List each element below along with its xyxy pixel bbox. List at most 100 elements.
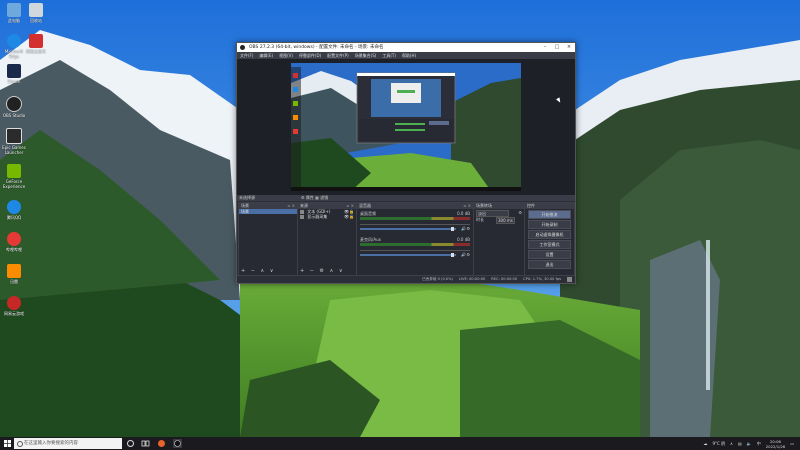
network-icon[interactable]: ▤ bbox=[738, 441, 742, 446]
weather-text[interactable]: 9°C 阴 bbox=[712, 441, 725, 447]
desktop-icon-geforce[interactable]: GeForce Experience bbox=[0, 164, 28, 189]
bilibili-icon bbox=[7, 232, 21, 246]
volume-fader[interactable]: 🔊⚙ bbox=[360, 252, 470, 257]
clock[interactable]: 20:06 2022/1/26 bbox=[766, 439, 785, 449]
track-name: 麦克风/Aux bbox=[360, 237, 381, 242]
fader-knob[interactable] bbox=[451, 253, 454, 257]
menu-edit[interactable]: 编辑(E) bbox=[259, 52, 273, 59]
weather-icon[interactable]: ☁ bbox=[703, 441, 707, 446]
track-db: 0.0 dB bbox=[457, 211, 470, 216]
controls-dock: 控件 开始推流 开始录制 启动虚拟摄像机 工作室模式 设置 退出 bbox=[524, 202, 575, 276]
transitions-dock-title: 场景转场 bbox=[476, 203, 492, 208]
recycle-bin-icon bbox=[29, 3, 43, 17]
scenes-dock: 场景 ▫ × 场景 + − ∧ ∨ bbox=[238, 202, 298, 276]
menu-profile[interactable]: 配置文件(P) bbox=[327, 52, 349, 59]
mixer-dock-title: 混音器 bbox=[359, 203, 371, 208]
browser-icon[interactable] bbox=[157, 439, 166, 448]
fader-knob[interactable] bbox=[451, 227, 454, 231]
volume-meter bbox=[360, 243, 470, 246]
docks-area: 未选择源 ⚙ 属性 ▦ 滤镜 场景 ▫ × 场景 + − ∧ ∨ 来源 ▫ × bbox=[237, 195, 575, 283]
game-icon bbox=[7, 296, 21, 310]
menu-file[interactable]: 文件(F) bbox=[240, 52, 253, 59]
sources-dock: 来源 ▫ × 文本 (GDI+) 👁🔒 显示器采集 👁🔒 + − ⚙ ∧ ∨ bbox=[297, 202, 357, 276]
task-view-icon[interactable] bbox=[126, 439, 135, 448]
volume-fader[interactable]: 🔊⚙ bbox=[360, 226, 470, 231]
transitions-dock: 场景转场 淡出 ⚙ 时长 300 ms bbox=[473, 202, 525, 276]
controls-dock-title: 控件 bbox=[527, 203, 535, 208]
menu-docks[interactable]: 停靠部件(D) bbox=[299, 52, 321, 59]
duration-label: 时长 bbox=[476, 217, 484, 222]
search-icon bbox=[17, 441, 23, 447]
volume-icon[interactable]: 🔈 bbox=[747, 441, 752, 446]
mixer-track: 桌面音频 0.0 dB 🔊⚙ bbox=[360, 211, 470, 235]
scenes-footer-controls[interactable]: + − ∧ ∨ bbox=[239, 268, 297, 275]
obs-window[interactable]: OBS 27.2.3 (64-bit, windows) - 配置文件: 未命名… bbox=[236, 42, 576, 284]
obs-app-icon bbox=[240, 45, 245, 50]
obs-taskbar-icon[interactable] bbox=[173, 439, 182, 448]
window-title: OBS 27.2.3 (64-bit, windows) - 配置文件: 未命名… bbox=[249, 45, 384, 50]
transition-gear-icon[interactable]: ⚙ bbox=[518, 209, 522, 216]
source-item-label: 显示器采集 bbox=[307, 214, 328, 219]
minimize-icon[interactable]: – bbox=[539, 43, 551, 52]
steam-icon bbox=[7, 64, 21, 78]
start-streaming-button[interactable]: 开始推流 bbox=[528, 210, 571, 219]
desktop-icon-bilibili[interactable]: 哔哩哔哩 bbox=[0, 232, 28, 252]
start-virtual-camera-button[interactable]: 启动虚拟摄像机 bbox=[528, 230, 571, 239]
start-recording-button[interactable]: 开始录制 bbox=[528, 220, 571, 229]
clock-date: 2022/1/26 bbox=[765, 443, 786, 449]
music-icon bbox=[29, 34, 43, 48]
rec-time: REC: 00:00:00 bbox=[491, 277, 518, 281]
desktop-icon-game[interactable]: 网易云游戏 bbox=[0, 296, 28, 316]
transition-type-row: 淡出 ⚙ bbox=[474, 209, 524, 217]
duration-input[interactable]: 300 ms bbox=[496, 217, 515, 224]
menu-tools[interactable]: 工具(T) bbox=[382, 52, 396, 59]
desktop-icon-recycle-bin[interactable]: 回收站 bbox=[22, 3, 50, 23]
scenes-dock-title: 场景 bbox=[241, 203, 249, 208]
scene-item[interactable]: 场景 bbox=[239, 209, 297, 214]
computer-icon bbox=[7, 3, 21, 17]
tray-arrow-icon[interactable]: ∧ bbox=[730, 441, 733, 446]
taskbar-search-box[interactable]: 在这里输入你要搜索的内容 bbox=[14, 438, 122, 449]
eye-lock-icon[interactable]: 👁🔒 bbox=[344, 214, 354, 219]
maximize-icon[interactable]: □ bbox=[551, 43, 563, 52]
desktop-icon-qq[interactable]: 腾讯QQ bbox=[0, 200, 28, 220]
meter-ticks bbox=[360, 221, 470, 225]
transition-duration-row: 时长 300 ms bbox=[474, 216, 524, 224]
notification-icon[interactable]: ▭ bbox=[790, 441, 794, 446]
desktop-icon-xunlei[interactable]: 迅雷 bbox=[0, 264, 28, 284]
track-db: 0.0 dB bbox=[457, 237, 470, 242]
search-placeholder: 在这里输入你要搜索的内容 bbox=[24, 441, 78, 446]
speaker-gear-icon[interactable]: 🔊⚙ bbox=[461, 226, 470, 231]
menu-bar: 文件(F) 编辑(E) 视图(V) 停靠部件(D) 配置文件(P) 场景集合(S… bbox=[237, 52, 575, 59]
source-item[interactable]: 显示器采集 👁🔒 bbox=[298, 214, 356, 219]
speaker-gear-icon[interactable]: 🔊⚙ bbox=[461, 252, 470, 257]
xunlei-icon bbox=[7, 264, 21, 278]
desktop-icon-steam[interactable]: Steam bbox=[0, 64, 28, 84]
windows-start-icon[interactable] bbox=[4, 440, 11, 447]
exit-button[interactable]: 退出 bbox=[528, 260, 571, 269]
desktop-icon-epic[interactable]: Epic Games Launcher bbox=[0, 128, 28, 155]
input-lang[interactable]: 中 bbox=[757, 441, 761, 447]
settings-button[interactable]: 设置 bbox=[528, 250, 571, 259]
menu-scene-collection[interactable]: 场景集合(S) bbox=[355, 52, 377, 59]
sources-footer-controls[interactable]: + − ⚙ ∧ ∨ bbox=[298, 268, 356, 275]
no-source-label: 未选择源 bbox=[239, 195, 255, 200]
preview-area[interactable] bbox=[237, 59, 575, 195]
source-toolbar-controls[interactable]: ⚙ 属性 ▦ 滤镜 bbox=[301, 195, 328, 201]
taskbar: 在这里输入你要搜索的内容 ☁ 9°C 阴 ∧ ▤ 🔈 中 20:06 2022/… bbox=[0, 437, 800, 450]
menu-view[interactable]: 视图(V) bbox=[279, 52, 293, 59]
edge-icon bbox=[7, 34, 21, 48]
obs-icon bbox=[6, 96, 22, 112]
desktop-icon-music[interactable]: 网易云音乐 bbox=[22, 34, 50, 54]
cpu-fps: CPU: 1.7%, 30.00 fps bbox=[523, 277, 561, 281]
geforce-icon bbox=[7, 164, 21, 178]
sources-dock-title: 来源 bbox=[300, 203, 308, 208]
desktop-icon-obs[interactable]: OBS Studio bbox=[0, 96, 28, 118]
menu-help[interactable]: 帮助(H) bbox=[402, 52, 416, 59]
source-toolbar: 未选择源 ⚙ 属性 ▦ 滤镜 bbox=[237, 195, 575, 201]
studio-mode-button[interactable]: 工作室模式 bbox=[528, 240, 571, 249]
preview-canvas[interactable] bbox=[291, 63, 521, 191]
obs-titlebar[interactable]: OBS 27.2.3 (64-bit, windows) - 配置文件: 未命名… bbox=[237, 43, 575, 52]
close-icon[interactable]: × bbox=[563, 43, 575, 52]
task-switch-icon[interactable] bbox=[141, 439, 150, 448]
